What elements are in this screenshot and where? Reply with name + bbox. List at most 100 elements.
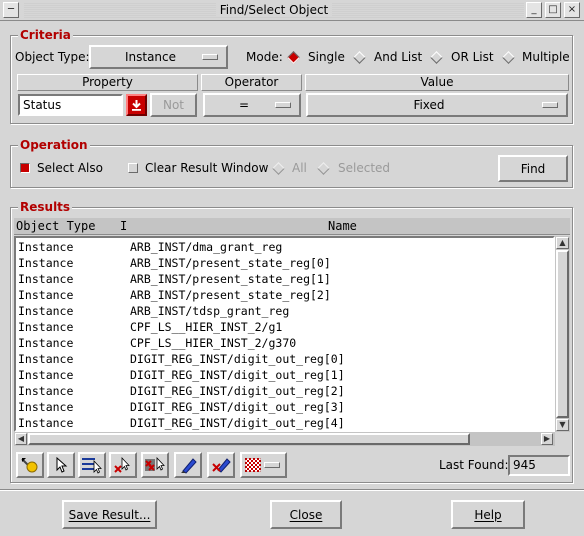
- row-name: ARB_INST/present_state_reg[1]: [130, 272, 331, 286]
- mode-single-radio[interactable]: [287, 51, 300, 64]
- color-pattern-dropdown[interactable]: [240, 452, 287, 478]
- highlight-pen-button[interactable]: [174, 452, 202, 478]
- row-object-type: Instance: [18, 240, 74, 254]
- select-list-icon: [82, 458, 102, 474]
- select-pointer-button[interactable]: [47, 452, 75, 478]
- results-horizontal-scrollbar[interactable]: ◀ ▶: [14, 432, 555, 446]
- minimize-icon[interactable]: _: [526, 2, 542, 18]
- save-result-button[interactable]: Save Result...: [62, 500, 157, 529]
- maximize-icon[interactable]: □: [545, 2, 561, 18]
- results-header: Object Type I Name: [14, 218, 570, 235]
- operation-legend: Operation: [18, 138, 90, 152]
- property-header: Property: [17, 74, 198, 91]
- clear-result-window-checkbox[interactable]: [128, 163, 138, 173]
- row-name: DIGIT_REG_INST/digit_out_reg[0]: [130, 352, 345, 366]
- checkbox-on-icon: [20, 163, 30, 173]
- checkbox-off-icon: [128, 163, 138, 173]
- row-object-type: Instance: [18, 400, 74, 414]
- property-field[interactable]: Status: [18, 94, 123, 116]
- table-row[interactable]: Instance ARB_INST/tdsp_grant_reg: [18, 303, 553, 319]
- select-also-checkbox[interactable]: [20, 163, 30, 173]
- mode-and-list-radio[interactable]: [353, 51, 366, 64]
- row-name: ARB_INST/present_state_reg[0]: [130, 256, 331, 270]
- table-row[interactable]: Instance ARB_INST/present_state_reg[1]: [18, 271, 553, 287]
- select-also-label: Select Also: [37, 161, 103, 175]
- results-list[interactable]: Instance ARB_INST/dma_grant_reg Instance AR…: [14, 236, 555, 432]
- selected-radio[interactable]: [317, 162, 330, 175]
- table-row[interactable]: Instance DIGIT_REG_INST/digit_out_reg[2]: [18, 383, 553, 399]
- vertical-scroll-thumb[interactable]: [556, 250, 569, 418]
- operator-dropdown[interactable]: =: [203, 93, 301, 117]
- select-list-button[interactable]: [78, 452, 106, 478]
- row-object-type: Instance: [18, 256, 74, 270]
- row-object-type: Instance: [18, 416, 74, 430]
- mode-multiple-label: Multiple: [522, 50, 570, 64]
- close-button[interactable]: Close: [270, 500, 342, 529]
- table-row[interactable]: Instance ARB_INST/present_state_reg[0]: [18, 255, 553, 271]
- table-row[interactable]: Instance DIGIT_REG_INST/digit_out_reg[4]: [18, 415, 553, 430]
- radio-off-icon: [430, 51, 443, 64]
- mode-multiple-radio[interactable]: [502, 51, 515, 64]
- last-found-value: 945: [508, 455, 570, 476]
- table-row[interactable]: Instance ARB_INST/present_state_reg[2]: [18, 287, 553, 303]
- row-name: ARB_INST/present_state_reg[2]: [130, 288, 331, 302]
- results-vertical-scrollbar[interactable]: ▲ ▼: [555, 236, 570, 432]
- object-type-dropdown[interactable]: Instance: [89, 45, 228, 69]
- scroll-up-icon[interactable]: ▲: [556, 237, 569, 249]
- help-label: Help: [474, 507, 502, 522]
- row-object-type: Instance: [18, 272, 74, 286]
- clear-result-window-label: Clear Result Window: [145, 161, 269, 175]
- deselect-icon: [114, 456, 130, 473]
- mode-or-list-label: OR List: [451, 50, 494, 64]
- all-radio[interactable]: [272, 162, 285, 175]
- table-row[interactable]: Instance DIGIT_REG_INST/digit_out_reg[3]: [18, 399, 553, 415]
- row-object-type: Instance: [18, 368, 74, 382]
- table-row[interactable]: Instance ARB_INST/dma_grant_reg: [18, 239, 553, 255]
- table-row[interactable]: Instance DIGIT_REG_INST/digit_out_reg[0]: [18, 351, 553, 367]
- criteria-legend: Criteria: [18, 28, 73, 42]
- row-object-type: Instance: [18, 384, 74, 398]
- deselect-all-icon: [145, 456, 165, 471]
- not-button[interactable]: Not: [150, 93, 197, 117]
- table-row[interactable]: Instance CPF_LS__HIER_INST_2/g1: [18, 319, 553, 335]
- property-menu-button[interactable]: [126, 94, 147, 116]
- row-object-type: Instance: [18, 304, 74, 318]
- highlight-pen-icon: [181, 458, 197, 474]
- horizontal-scroll-thumb[interactable]: [28, 433, 470, 445]
- column-object-type[interactable]: Object Type: [16, 219, 95, 233]
- value-value: Fixed: [413, 98, 445, 112]
- last-found-label: Last Found:: [439, 458, 509, 472]
- all-label: All: [292, 161, 307, 175]
- row-name: CPF_LS__HIER_INST_2/g1: [130, 320, 283, 334]
- scroll-right-icon[interactable]: ▶: [541, 433, 553, 445]
- scroll-left-icon[interactable]: ◀: [15, 433, 27, 445]
- dehighlight-pen-button[interactable]: [207, 452, 235, 478]
- results-rows: Instance ARB_INST/dma_grant_reg Instance AR…: [18, 239, 553, 430]
- dropdown-caret-icon: [542, 102, 558, 108]
- dehighlight-pen-icon: [212, 458, 231, 473]
- window-menu-icon[interactable]: ─: [3, 2, 19, 18]
- find-button[interactable]: Find: [498, 155, 568, 182]
- deselect-button[interactable]: [109, 452, 137, 478]
- row-name: CPF_LS__HIER_INST_2/g370: [130, 336, 297, 350]
- title-bar[interactable]: ─ Find/Select Object _ □ ×: [0, 0, 584, 21]
- column-name[interactable]: Name: [328, 219, 357, 233]
- help-button[interactable]: Help: [451, 500, 525, 529]
- arrow-down-icon: [132, 100, 141, 111]
- radio-on-icon: [287, 51, 300, 64]
- scroll-down-icon[interactable]: ▼: [556, 419, 569, 431]
- highlight-button[interactable]: [16, 452, 44, 478]
- table-row[interactable]: Instance CPF_LS__HIER_INST_2/g370: [18, 335, 553, 351]
- table-row[interactable]: Instance DIGIT_REG_INST/digit_out_reg[1]: [18, 367, 553, 383]
- color-pattern-icon: [245, 458, 261, 472]
- deselect-all-button[interactable]: [141, 452, 169, 478]
- save-result-label: Save Result...: [68, 507, 151, 522]
- row-object-type: Instance: [18, 336, 74, 350]
- mode-or-list-radio[interactable]: [430, 51, 443, 64]
- close-window-icon[interactable]: ×: [564, 2, 580, 18]
- row-name: DIGIT_REG_INST/digit_out_reg[2]: [130, 384, 345, 398]
- mode-single-label: Single: [308, 50, 345, 64]
- value-dropdown[interactable]: Fixed: [306, 93, 568, 117]
- radio-off-icon: [353, 51, 366, 64]
- row-object-type: Instance: [18, 320, 74, 334]
